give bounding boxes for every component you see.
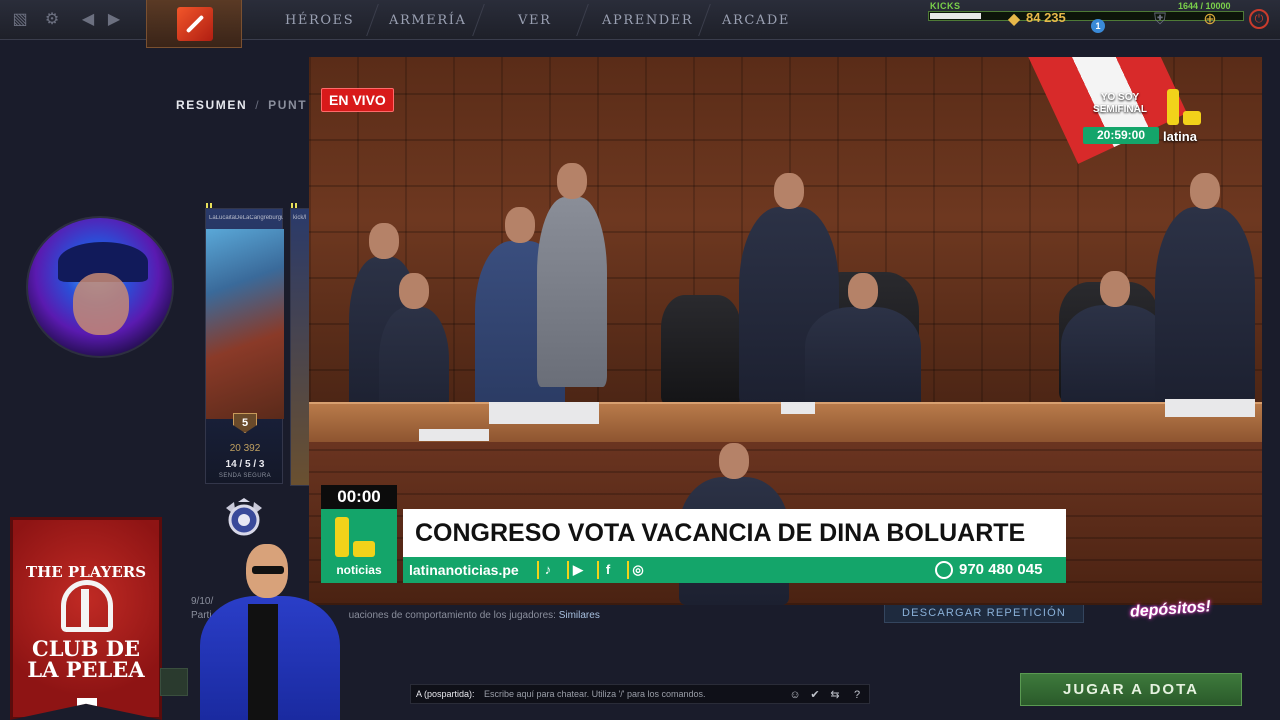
hero-level-badge: 5 xyxy=(233,413,257,433)
hero-card-player: LaLucaitaDeLaCangreburguer xyxy=(209,215,283,221)
streamer-webcam xyxy=(26,216,174,358)
rank-medal-icon xyxy=(226,498,262,536)
news-headline: CONGRESO VOTA VACANCIA DE DINA BOLUARTE xyxy=(403,509,1066,557)
kicks-progress-bar xyxy=(928,11,1244,21)
kicks-label: KICKS xyxy=(930,1,961,11)
nav-heroes[interactable]: HÉROES xyxy=(285,0,354,40)
nav-armory[interactable]: ARMERÍA xyxy=(389,0,467,40)
hero-card[interactable]: LaLucaitaDeLaCangreburguer 5 20 392 14 /… xyxy=(205,208,284,484)
dota-mark-icon xyxy=(77,698,97,716)
check-icon[interactable]: ✔ xyxy=(807,687,823,703)
whatsapp-icon xyxy=(935,561,953,579)
shard-icon: ◆ xyxy=(1007,11,1021,28)
broadcast-timer: 00:00 xyxy=(321,485,397,509)
party-slot[interactable] xyxy=(160,668,188,696)
tab-points[interactable]: PUNT xyxy=(268,98,307,112)
gold-count: 84 235 xyxy=(1026,10,1066,25)
tab-summary[interactable]: RESUMEN xyxy=(176,98,247,112)
helmet-icon xyxy=(61,580,113,632)
channel-name: latina xyxy=(1163,129,1197,144)
chat-input[interactable] xyxy=(484,686,784,702)
hero-card-2[interactable]: kick/l xyxy=(290,208,310,486)
news-video-overlay: EN VIVO YO SOY SEMIFINAL 20:59:00 latina… xyxy=(309,57,1262,605)
back-arrow-icon[interactable]: ◀ xyxy=(78,10,98,30)
latina-logo-icon xyxy=(1165,89,1205,129)
social-strip: latinanoticias.pe ♪ ▶ f ◎ 970 480 045 xyxy=(403,557,1066,583)
gear-icon[interactable]: ⚙ xyxy=(42,10,62,30)
hero-lane: SENDA SEGURA xyxy=(218,473,272,479)
behavior-label: uaciones de comportamiento de los jugado… xyxy=(348,610,556,621)
profile-subnav: RESUMEN / PUNT xyxy=(176,98,308,112)
chat-bar: A (pospartida): ☺ ✔ ⇆ ? xyxy=(410,684,870,704)
youtube-icon: ▶ xyxy=(567,561,585,579)
phone-number: 970 480 045 xyxy=(959,561,1043,578)
promo-title: YO SOY SEMIFINAL xyxy=(1093,92,1147,115)
nav-arcade[interactable]: ARCADE xyxy=(722,0,790,40)
banner-line1: THE PLAYERS xyxy=(25,563,147,581)
tiktok-icon: ♪ xyxy=(537,561,555,579)
emoji-icon[interactable]: ☺ xyxy=(787,687,803,703)
presenter-overlay xyxy=(200,540,340,720)
power-icon[interactable]: ⏻ xyxy=(1249,9,1269,29)
download-replay-button[interactable]: DESCARGAR REPETICIÓN xyxy=(884,603,1084,623)
hero-points: 20 392 xyxy=(229,443,261,454)
translate-icon[interactable]: ⇆ xyxy=(827,687,843,703)
help-icon[interactable]: ? xyxy=(849,687,865,703)
dota-logo-icon[interactable] xyxy=(146,0,242,48)
chat-channel-label: A (pospartida): xyxy=(416,689,475,699)
hero-portrait xyxy=(206,229,284,419)
hero-kda: 14 / 5 / 3 xyxy=(225,459,265,470)
behavior-link[interactable]: Similares xyxy=(559,610,600,621)
hero-card-2-player: kick/l xyxy=(293,215,307,221)
play-dota-button[interactable]: JUGAR A DOTA xyxy=(1020,673,1242,706)
notification-badge[interactable]: 1 xyxy=(1091,19,1105,33)
promo-time: 20:59:00 xyxy=(1083,127,1159,144)
plus-icon[interactable]: ⊕ xyxy=(1200,10,1220,30)
instagram-icon: ◎ xyxy=(627,561,645,579)
website-label: latinanoticias.pe xyxy=(409,562,519,578)
nav-watch[interactable]: VER xyxy=(518,0,551,40)
club-banner: THE PLAYERS CLUB DE LA PELEA xyxy=(10,517,162,720)
shield-icon[interactable]: ⛨ xyxy=(1150,10,1170,30)
banner-line2: CLUB DE LA PELEA xyxy=(27,636,145,682)
forward-arrow-icon[interactable]: ▶ xyxy=(104,10,124,30)
nav-learn[interactable]: APRENDER xyxy=(602,0,693,40)
facebook-icon: f xyxy=(597,561,615,579)
top-bar: ▧ ⚙ ◀ ▶ HÉROES ARMERÍA VER APRENDER ARCA… xyxy=(0,0,1280,48)
live-badge: EN VIVO xyxy=(321,88,394,112)
stats-icon[interactable]: ▧ xyxy=(10,10,30,30)
